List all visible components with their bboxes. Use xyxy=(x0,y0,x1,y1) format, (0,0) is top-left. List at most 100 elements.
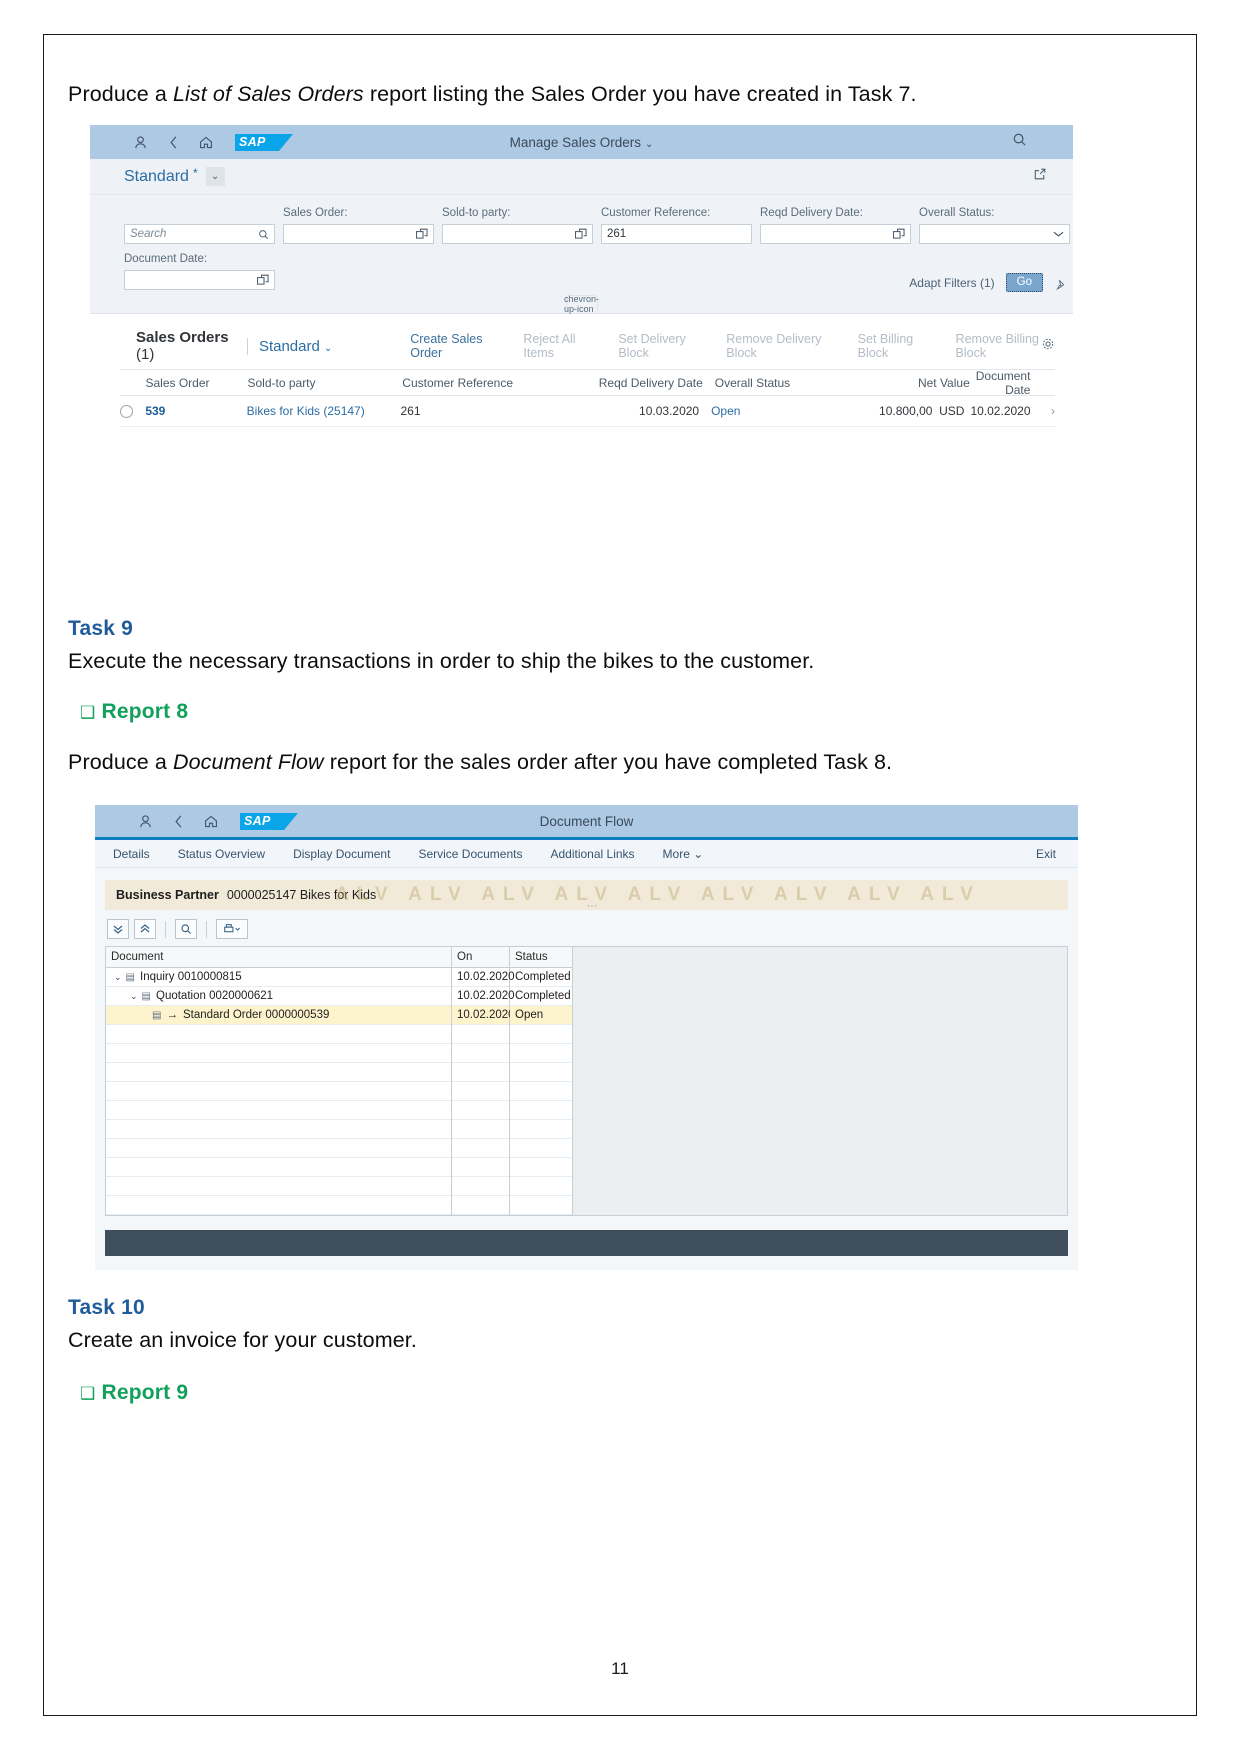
menu-item-status-overview[interactable]: Status Overview xyxy=(178,847,265,861)
document-date-input[interactable] xyxy=(124,270,275,291)
sold-to-party-input[interactable] xyxy=(442,224,593,245)
table-title: Sales Orders (1) xyxy=(136,329,236,363)
flow-empty-row xyxy=(452,1120,509,1140)
remove-delivery-block-button[interactable]: Remove Delivery Block xyxy=(726,332,835,360)
band-dots: ··· xyxy=(586,900,598,911)
document-flow-grid: Document ⌄ ▤ Inquiry 0010000815 ⌄ ▤ Quot… xyxy=(105,946,1068,1217)
cell-sold-to-party[interactable]: Bikes for Kids (25147) xyxy=(247,404,401,418)
search-icon[interactable] xyxy=(1012,132,1027,152)
share-icon[interactable] xyxy=(1033,167,1047,186)
variant-modified-marker: * xyxy=(192,165,198,180)
table-variant-label: Standard xyxy=(258,337,320,355)
cell-overall-status[interactable]: Open xyxy=(711,404,845,418)
menu-item-additional-links[interactable]: Additional Links xyxy=(550,847,634,861)
menu-item-display-document[interactable]: Display Document xyxy=(293,847,390,861)
flow-document-label-quotation: Quotation 0020000621 xyxy=(156,990,274,1003)
set-billing-block-button[interactable]: Set Billing Block xyxy=(858,332,934,360)
flow-empty-row xyxy=(510,1177,572,1197)
sales-orders-table-section: Sales Orders (1) Standard ⌄ Create Sales … xyxy=(90,314,1073,586)
table-toolbar: Sales Orders (1) Standard ⌄ Create Sales … xyxy=(90,329,1073,363)
row-navigation-icon[interactable]: › xyxy=(1041,404,1055,418)
intro-after: report listing the Sales Order you have … xyxy=(363,82,917,106)
filter-sales-order: Sales Order: xyxy=(283,207,434,245)
document-icon: ▤ xyxy=(141,990,151,1002)
print-icon[interactable] xyxy=(216,919,248,940)
menu-item-service-documents[interactable]: Service Documents xyxy=(418,847,522,861)
menu-item-details[interactable]: Details xyxy=(113,847,150,861)
user-icon[interactable] xyxy=(132,134,148,150)
menu-item-more[interactable]: More ⌄ xyxy=(663,847,704,861)
exit-button[interactable]: Exit xyxy=(1036,847,1056,861)
shell-icon-group: SAP xyxy=(132,133,293,151)
chevron-down-icon[interactable] xyxy=(1053,230,1064,238)
adapt-filters-button[interactable]: Adapt Filters (1) xyxy=(909,276,994,290)
page-content: Produce a List of Sales Orders report li… xyxy=(68,80,1174,1405)
grid-header-row: Sales Order Sold-to party Customer Refer… xyxy=(120,369,1055,397)
flow-row-inquiry[interactable]: ⌄ ▤ Inquiry 0010000815 xyxy=(106,968,451,988)
overall-status-select[interactable] xyxy=(919,224,1070,245)
flow-empty-row xyxy=(106,1158,451,1178)
chevron-down-icon[interactable]: ⌄ xyxy=(130,991,138,1002)
page-number: 11 xyxy=(611,1659,629,1678)
flow-row-quotation[interactable]: ⌄ ▤ Quotation 0020000621 xyxy=(106,987,451,1007)
gui-bottom-padding xyxy=(95,1256,1078,1270)
filter-label-reqd-delivery-date: Reqd Delivery Date: xyxy=(760,207,863,220)
expand-all-icon[interactable] xyxy=(107,919,129,940)
flow-header-on: On xyxy=(452,947,509,969)
set-delivery-block-button[interactable]: Set Delivery Block xyxy=(618,332,704,360)
flow-status-inquiry: Completed xyxy=(510,968,572,988)
back-chevron-icon[interactable] xyxy=(165,134,181,150)
document-page: Produce a List of Sales Orders report li… xyxy=(43,34,1197,1716)
report8-after: report for the sales order after you hav… xyxy=(323,750,893,775)
search-input[interactable]: Search xyxy=(124,224,275,245)
variant-selector[interactable]: Standard * ⌄ xyxy=(124,165,225,187)
table-variant-selector[interactable]: Standard ⌄ xyxy=(259,338,332,355)
column-header-net-value: Net Value xyxy=(917,375,970,390)
filter-label-sales-order: Sales Order: xyxy=(283,207,348,220)
flow-empty-row xyxy=(106,1177,451,1197)
table-action-group: Create Sales Order Reject All Items Set … xyxy=(410,332,1055,360)
filter-label-customer-reference: Customer Reference: xyxy=(601,207,711,220)
reject-all-items-button[interactable]: Reject All Items xyxy=(523,332,596,360)
value-help-icon[interactable] xyxy=(893,228,905,240)
value-help-icon[interactable] xyxy=(575,228,587,240)
report-8-label: Report 8 xyxy=(101,700,189,724)
chevron-down-icon[interactable]: ⌄ xyxy=(114,972,122,983)
flow-empty-row xyxy=(106,1120,451,1140)
flow-empty-row xyxy=(510,1196,572,1216)
reqd-delivery-date-input[interactable] xyxy=(760,224,911,245)
search-icon[interactable] xyxy=(175,919,197,940)
flow-empty-row xyxy=(510,1158,572,1178)
report-bullet-icon: ❑ xyxy=(80,703,96,723)
create-sales-order-button[interactable]: Create Sales Order xyxy=(410,332,501,360)
home-icon[interactable] xyxy=(198,134,214,150)
chevron-up-icon[interactable]: chevron-up-icon xyxy=(564,294,599,314)
task-9-body: Execute the necessary transactions in or… xyxy=(68,649,815,674)
go-button[interactable]: Go xyxy=(1005,273,1043,293)
table-row[interactable]: 539 Bikes for Kids (25147) 261 10.03.202… xyxy=(120,396,1055,428)
pin-icon[interactable] xyxy=(1055,279,1067,294)
row-radio-button[interactable] xyxy=(120,404,145,418)
search-icon[interactable] xyxy=(258,229,269,240)
sap-logo-text: SAP xyxy=(244,814,271,829)
column-header-overall-status: Overall Status xyxy=(714,375,791,390)
flow-column-on: On 10.02.2020 10.02.2020 10.02.2020 xyxy=(452,947,515,1216)
collapse-all-icon[interactable] xyxy=(134,919,156,940)
value-help-icon[interactable] xyxy=(416,228,428,240)
column-header-reqd-delivery-date: Reqd Delivery Date xyxy=(598,375,703,390)
filter-label-overall-status: Overall Status: xyxy=(919,207,995,220)
shell-title-chevron-icon[interactable]: ⌄ xyxy=(645,139,653,150)
gear-icon[interactable] xyxy=(1041,337,1055,356)
chevron-down-icon[interactable]: ⌄ xyxy=(205,167,225,187)
customer-reference-input[interactable]: 261 xyxy=(601,224,752,245)
cell-sales-order[interactable]: 539 xyxy=(145,404,246,418)
flow-empty-row xyxy=(452,1044,509,1064)
flow-empty-row xyxy=(510,1063,572,1083)
sales-order-input[interactable] xyxy=(283,224,434,245)
intro-before: Produce a xyxy=(68,82,173,106)
document-flow-screenshot: SAP Document Flow Details Status Overvie… xyxy=(95,805,1078,1271)
flow-row-standard-order[interactable]: ▤ → Standard Order 0000000539 xyxy=(106,1006,451,1026)
flow-empty-row xyxy=(510,1082,572,1102)
search-placeholder: Search xyxy=(130,228,167,241)
value-help-icon[interactable] xyxy=(257,274,269,286)
